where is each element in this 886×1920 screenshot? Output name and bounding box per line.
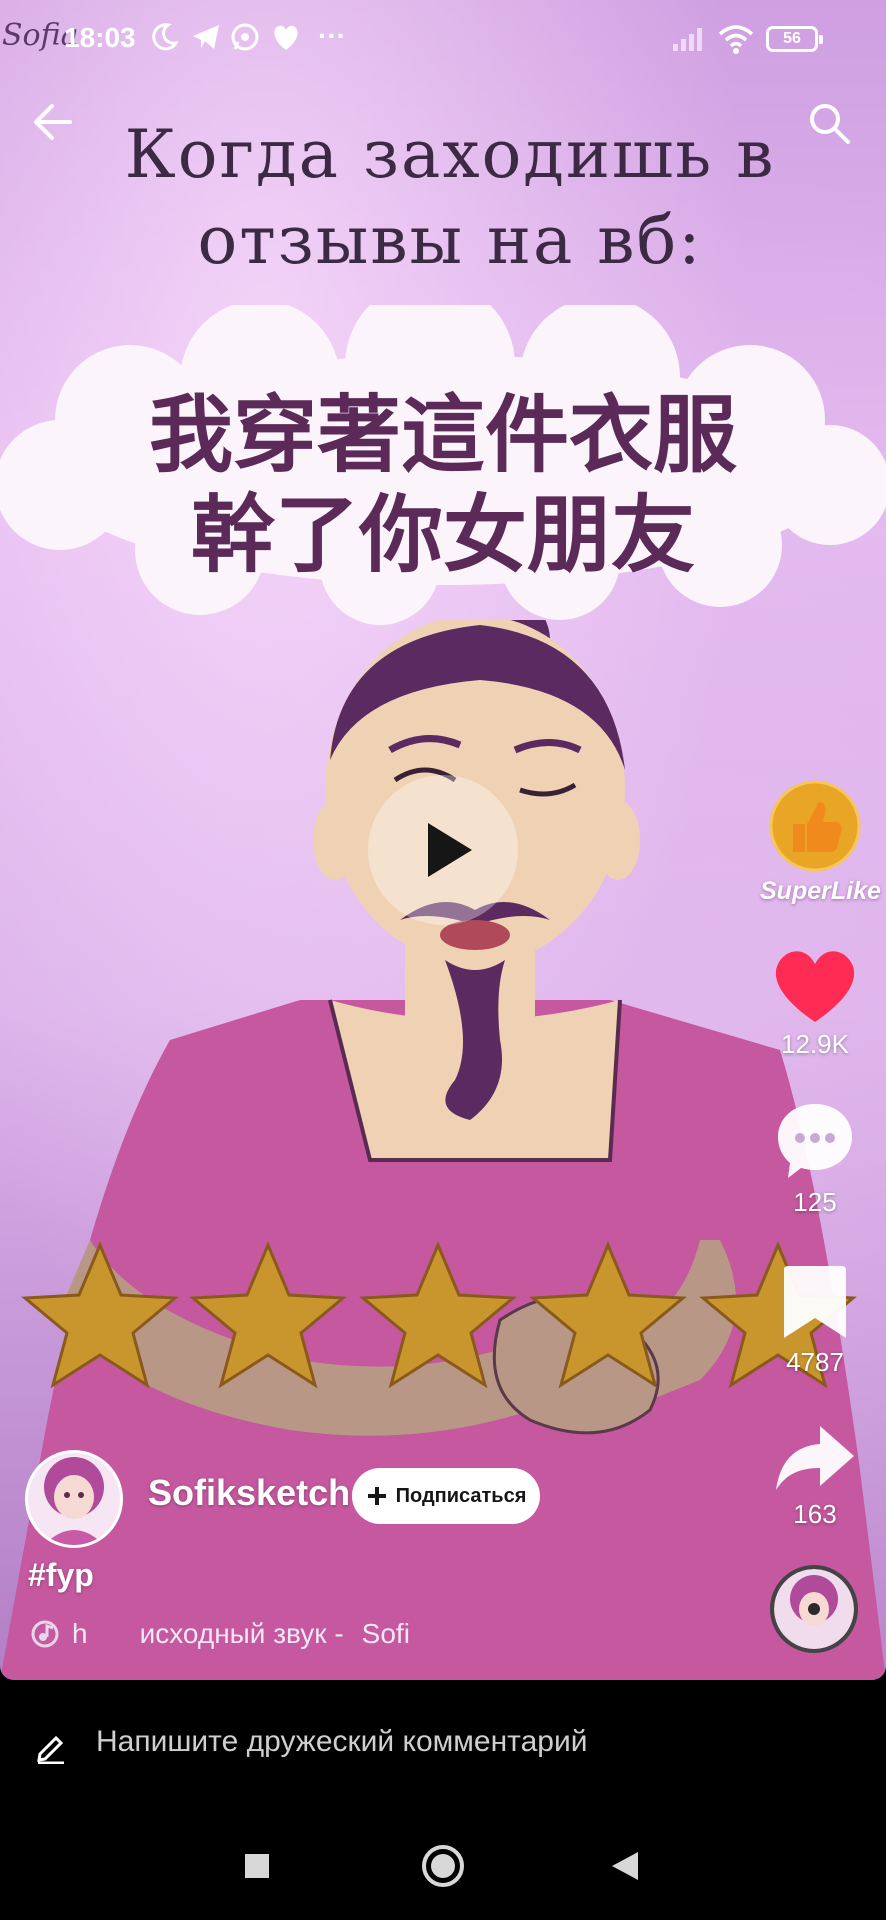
play-icon [428, 823, 472, 877]
hashtag-link[interactable]: #fyp [28, 1557, 94, 1594]
cloud-text: 我穿著這件衣服 幹了你女朋友 [100, 385, 786, 585]
comment-icon [778, 1104, 852, 1178]
wifi-icon [718, 25, 754, 54]
video-player[interactable]: Sofia 18:03 ··· 56 Когда заходишь в отзы… [0, 0, 886, 1680]
follow-label: Подписаться [395, 1484, 527, 1507]
sound-label: исходный звук - [139, 1618, 344, 1649]
pencil-icon [37, 1735, 64, 1764]
play-button[interactable] [368, 775, 518, 925]
comment-input-bar[interactable]: Напишите дружеский комментарий [0, 1680, 886, 1810]
caption-line-2: отзывы на вб: [197, 202, 703, 279]
thumbs-up-icon [769, 780, 861, 872]
whatsapp-icon [231, 23, 259, 51]
system-navigation-bar [0, 1810, 886, 1920]
heart-icon [775, 951, 855, 1022]
author-name[interactable]: Sofiksketch [148, 1472, 350, 1514]
disc-avatar [774, 1569, 854, 1649]
music-note-icon [31, 1620, 59, 1648]
signal-icon [673, 28, 702, 51]
moon-icon [152, 23, 178, 51]
home-icon[interactable] [420, 1843, 466, 1889]
like-count: 12.9K [781, 1029, 849, 1059]
cloud-line-2: 幹了你女朋友 [190, 486, 695, 584]
cloud-line-1: 我穿著這件衣服 [148, 386, 737, 484]
status-time: 18:03 [64, 22, 136, 53]
recents-icon[interactable] [243, 1852, 271, 1880]
share-count: 163 [793, 1499, 837, 1529]
bookmark-button[interactable]: 4787 [760, 1262, 870, 1378]
bookmark-icon [784, 1266, 846, 1338]
caption-line-1: Когда заходишь в [124, 116, 776, 193]
back-nav-icon[interactable] [610, 1850, 640, 1882]
plus-icon [367, 1487, 386, 1505]
star-1 [21, 1241, 179, 1389]
sound-author: Sofi [361, 1618, 410, 1649]
rating-stars [21, 1241, 857, 1389]
share-arrow-icon [776, 1426, 854, 1490]
comment-count: 125 [793, 1187, 837, 1217]
like-button[interactable]: 12.9K [760, 948, 870, 1060]
author-avatar[interactable] [25, 1450, 123, 1548]
status-bar: Sofia 18:03 ··· 56 [0, 0, 886, 80]
star-3 [359, 1241, 517, 1389]
bookmark-count: 4787 [786, 1347, 844, 1377]
music-disc[interactable] [770, 1565, 858, 1653]
share-button[interactable]: 163 [760, 1422, 870, 1530]
heart-badge-icon [274, 25, 298, 50]
telegram-icon [193, 25, 219, 49]
avatar-illustration [28, 1453, 120, 1545]
comment-button[interactable]: 125 [760, 1100, 870, 1218]
more-notifications-icon: ··· [318, 20, 346, 51]
follow-button[interactable]: Подписаться [352, 1468, 540, 1524]
battery-indicator: 56 [766, 26, 823, 52]
comment-placeholder: Напишите дружеский комментарий [96, 1725, 588, 1758]
sound-prefix: h [72, 1618, 88, 1649]
video-caption: Когда заходишь в отзывы на вб: [70, 112, 830, 284]
superlike-button[interactable]: SuperLike [760, 780, 881, 906]
star-2 [189, 1241, 347, 1389]
sound-row[interactable]: h исходный звук - Sofi [30, 1618, 410, 1650]
star-4 [529, 1241, 687, 1389]
superlike-label: SuperLike [760, 877, 881, 905]
